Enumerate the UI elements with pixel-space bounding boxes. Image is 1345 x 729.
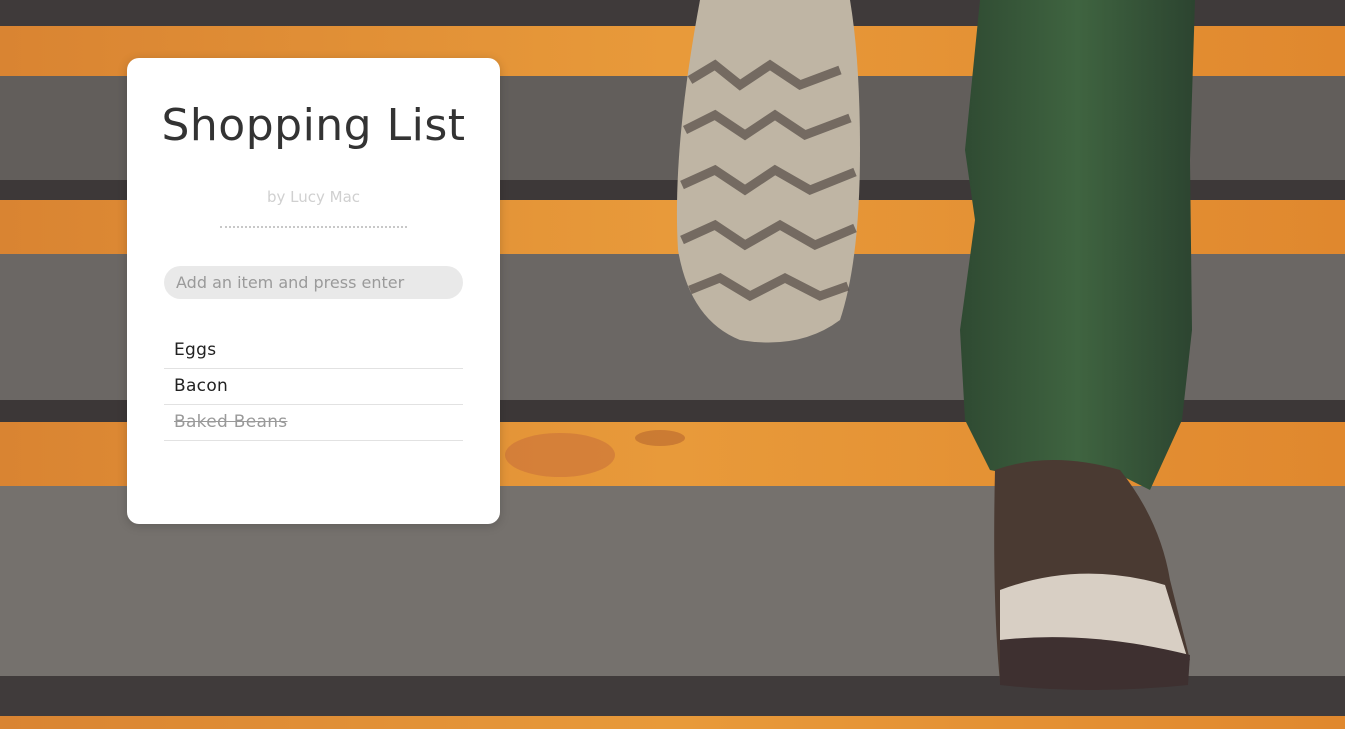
shopping-items-list: Eggs Bacon Baked Beans — [164, 333, 463, 441]
dotted-divider — [220, 226, 407, 228]
add-item-input[interactable] — [164, 266, 463, 299]
list-item-eggs[interactable]: Eggs — [164, 333, 463, 369]
author-byline: by Lucy Mac — [266, 188, 361, 206]
shopping-list-card: Shopping List by Lucy Mac Eggs Bacon Bak… — [127, 58, 500, 524]
list-item-baked-beans[interactable]: Baked Beans — [164, 405, 463, 441]
list-item-bacon[interactable]: Bacon — [164, 369, 463, 405]
page-title: Shopping List — [161, 100, 466, 151]
